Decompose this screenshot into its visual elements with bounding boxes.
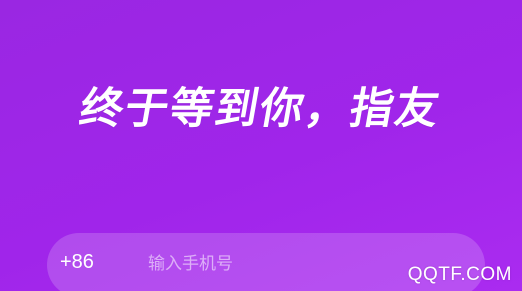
country-code-selector[interactable]: +86 xyxy=(60,251,94,274)
watermark-text: QQTF.COM xyxy=(407,264,512,285)
phone-number-input[interactable] xyxy=(148,249,378,279)
login-screen: 终于等到你，指友 +86 QQTF.COM xyxy=(0,0,522,291)
welcome-headline: 终于等到你，指友 xyxy=(75,84,445,134)
